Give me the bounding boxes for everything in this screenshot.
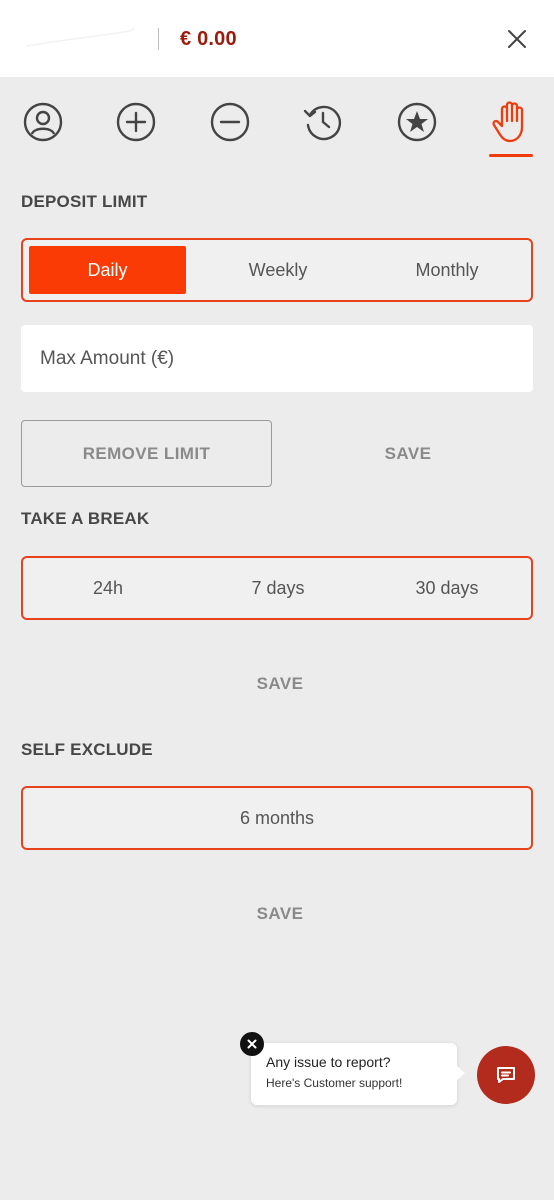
break-option-7-days[interactable]: 7 days [193,558,363,618]
plus-circle-icon [116,102,156,142]
star-circle-icon [397,102,437,142]
break-option-24h[interactable]: 24h [23,558,193,618]
remove-limit-button[interactable]: REMOVE LIMIT [21,420,272,487]
period-option-weekly[interactable]: Weekly [193,240,363,300]
break-option-30-days[interactable]: 30 days [363,558,531,618]
take-a-break-title: TAKE A BREAK [21,509,150,528]
period-option-monthly[interactable]: Monthly [363,240,531,300]
self-exclude-selector: 6 months [21,786,533,850]
period-option-daily[interactable]: Daily [29,246,186,294]
max-amount-field[interactable] [21,325,533,392]
support-chat-headline: Any issue to report? [266,1054,391,1070]
deposit-save-button[interactable]: SAVE [300,434,516,474]
account-nav [0,92,554,162]
nav-history[interactable] [299,98,347,146]
history-icon [303,105,342,141]
profile-icon [23,102,63,142]
minus-circle-icon [210,102,250,142]
break-duration-selector: 24h 7 days 30 days [21,556,533,620]
brand-logo [20,24,138,54]
close-icon [247,1039,257,1049]
deposit-period-selector: Daily Weekly Monthly [21,238,533,302]
max-amount-input[interactable] [40,347,533,370]
nav-deposit[interactable] [112,98,160,146]
top-bar: € 0.00 [0,0,554,77]
support-chat-subtext: Here's Customer support! [266,1076,403,1090]
exclude-save-button[interactable]: SAVE [180,894,380,934]
chat-icon [497,1067,515,1083]
support-chat-bubble[interactable]: Any issue to report? Here's Customer sup… [251,1043,465,1105]
close-icon [508,30,526,48]
hand-icon [492,101,524,143]
support-chat-close-button[interactable] [240,1032,264,1056]
support-chat-button[interactable] [477,1046,535,1104]
break-save-button[interactable]: SAVE [180,664,380,704]
active-tab-indicator [489,154,533,157]
exclude-option-6-months[interactable]: 6 months [23,788,531,848]
header-divider [158,28,159,50]
nav-responsible-gaming[interactable] [487,98,535,146]
deposit-limit-title: DEPOSIT LIMIT [21,192,148,211]
account-balance: € 0.00 [180,28,237,50]
nav-profile[interactable] [19,98,67,146]
nav-favorites[interactable] [393,98,441,146]
self-exclude-title: SELF EXCLUDE [21,740,153,759]
close-button[interactable] [500,22,534,56]
nav-withdraw[interactable] [206,98,254,146]
